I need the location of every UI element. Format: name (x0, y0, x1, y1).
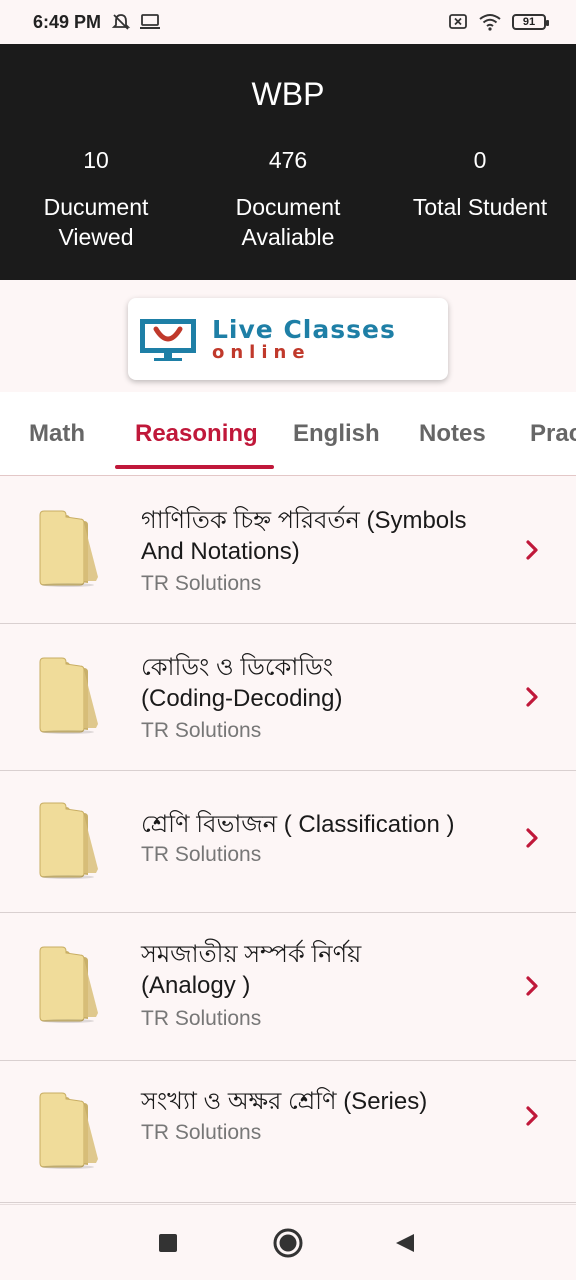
banner-line2: online (212, 341, 311, 363)
stat-label: Viewed (58, 224, 134, 250)
tab-practice[interactable]: Prac (530, 392, 576, 475)
monitor-smile-icon (140, 319, 196, 361)
live-classes-banner[interactable]: Live Classes online (128, 298, 448, 380)
stat-label: Total Student (412, 194, 548, 220)
page-title: WBP (251, 76, 325, 112)
battery-icon: 91 (512, 14, 549, 30)
home-circle-icon[interactable] (272, 1227, 304, 1259)
chevron-right-icon (526, 828, 538, 848)
item-title-line: সংখ্যা ও অক্ষর শ্রেণি (Series) (141, 1088, 428, 1115)
document-list: গাণিতিক চিহ্ন পরিবর্তন (Symbols And Nota… (0, 477, 576, 1203)
back-triangle-icon[interactable] (394, 1232, 416, 1254)
item-subtitle: TR Solutions (141, 843, 262, 866)
item-subtitle: TR Solutions (141, 1007, 262, 1030)
list-item[interactable]: শ্রেণি বিভাজন ( Classification ) TR Solu… (0, 771, 576, 913)
laptop-icon (140, 14, 161, 29)
folder-icon (39, 657, 98, 734)
list-item[interactable]: সংখ্যা ও অক্ষর শ্রেণি (Series) TR Soluti… (0, 1061, 576, 1203)
stat-documents-available: 476 Document Avaliable (192, 144, 384, 252)
active-tab-indicator (115, 465, 274, 469)
item-title-line: সমজাতীয় সম্পর্ক নির্ণয় (141, 941, 362, 968)
banner-area: Live Classes online (0, 280, 576, 392)
item-title-line: গাণিতিক চিহ্ন পরিবর্তন (Symbols (141, 507, 467, 534)
tab-english[interactable]: English (293, 392, 380, 475)
item-title-line: শ্রেণি বিভাজন ( Classification ) (141, 811, 455, 838)
stats-row: 10 Ducument Viewed 476 Document Avaliabl… (0, 144, 576, 252)
item-title: শ্রেণি বিভাজন ( Classification ) (141, 809, 511, 840)
category-tabs: Math Reasoning English Notes Prac (0, 392, 576, 476)
item-title: সংখ্যা ও অক্ষর শ্রেণি (Series) (141, 1086, 511, 1117)
tab-notes[interactable]: Notes (419, 392, 486, 475)
chevron-right-icon (526, 976, 538, 996)
tab-math[interactable]: Math (29, 392, 85, 475)
item-title-line: (Analogy ) (141, 972, 251, 999)
tab-reasoning[interactable]: Reasoning (135, 392, 258, 475)
sim-x-icon (449, 14, 467, 29)
item-title-line: কোডিং ও ডিকোডিং (141, 654, 334, 681)
status-time: 6:49 PM (33, 11, 102, 32)
folder-icon (39, 510, 98, 587)
item-subtitle: TR Solutions (141, 572, 262, 595)
dashboard-header: WBP 10 Ducument Viewed 476 Document Aval… (0, 44, 576, 280)
chevron-right-icon (526, 687, 538, 707)
stat-documents-viewed: 10 Ducument Viewed (0, 144, 192, 252)
folder-icon (39, 946, 98, 1023)
stat-label: Avaliable (241, 224, 335, 250)
item-title: কোডিং ও ডিকোডিং (Coding-Decoding) (141, 652, 511, 714)
folder-icon (39, 1092, 98, 1169)
status-bar: 6:49 PM 91 (0, 0, 576, 44)
list-item[interactable]: গাণিতিক চিহ্ন পরিবর্তন (Symbols And Nota… (0, 477, 576, 624)
item-subtitle: TR Solutions (141, 1121, 262, 1144)
folder-icon (39, 802, 98, 879)
item-subtitle: TR Solutions (141, 719, 262, 742)
item-title-line: (Coding-Decoding) (141, 685, 343, 712)
chevron-right-icon (526, 1106, 538, 1126)
list-item[interactable]: কোডিং ও ডিকোডিং (Coding-Decoding) TR Sol… (0, 624, 576, 771)
battery-level: 91 (522, 16, 536, 28)
stat-label: Document (235, 194, 341, 220)
item-title-line: And Notations) (141, 538, 300, 565)
item-title: গাণিতিক চিহ্ন পরিবর্তন (Symbols And Nota… (141, 505, 511, 567)
stat-value: 0 (473, 147, 487, 173)
stat-value: 476 (268, 147, 308, 173)
bell-off-icon (111, 14, 131, 30)
chevron-right-icon (526, 540, 538, 560)
item-title: সমজাতীয় সম্পর্ক নির্ণয় (Analogy ) (141, 939, 511, 1001)
stat-value: 10 (83, 147, 109, 173)
stat-label: Ducument (43, 194, 149, 220)
wifi-icon (479, 14, 501, 31)
recents-square-icon[interactable] (158, 1233, 178, 1253)
list-item[interactable]: সমজাতীয় সম্পর্ক নির্ণয় (Analogy ) TR S… (0, 913, 576, 1061)
banner-line1: Live Classes (212, 314, 396, 344)
system-nav-bar (0, 1204, 576, 1280)
stat-total-students: 0 Total Student (384, 144, 576, 252)
